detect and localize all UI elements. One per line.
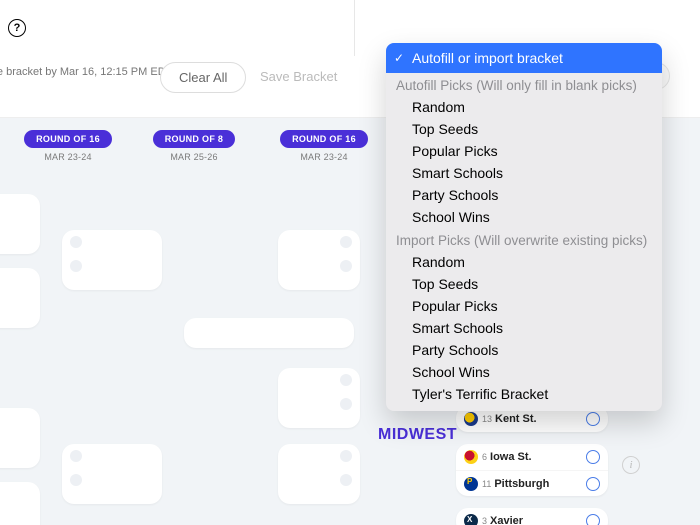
game-card-placeholder <box>0 268 40 328</box>
pick-radio[interactable] <box>586 450 600 464</box>
dropdown-item[interactable]: Smart Schools <box>386 162 662 184</box>
round-date: MAR 23-24 <box>300 152 347 162</box>
region-label: MIDWEST <box>378 426 457 444</box>
vertical-divider <box>354 0 355 56</box>
team-row[interactable]: 11 Pittsburgh <box>456 470 608 496</box>
team-name: Iowa St. <box>490 451 532 463</box>
dropdown-header-label: Autofill or import bracket <box>412 50 563 66</box>
round-pill: ROUND OF 16 <box>280 130 368 148</box>
round-date: MAR 25-26 <box>170 152 217 162</box>
dropdown-item[interactable]: Party Schools <box>386 339 662 361</box>
dropdown-selected[interactable]: ✓ Autofill or import bracket <box>386 43 662 73</box>
game-card-placeholder <box>62 444 162 504</box>
game-card-placeholder <box>0 408 40 468</box>
dropdown-item[interactable]: Top Seeds <box>386 118 662 140</box>
round-pill: ROUND OF 8 <box>153 130 236 148</box>
team-logo-icon <box>464 450 478 464</box>
game-card-placeholder <box>184 318 354 348</box>
dropdown-item[interactable]: Popular Picks <box>386 295 662 317</box>
game-card-placeholder <box>278 230 360 290</box>
team-name: Xavier <box>490 515 523 525</box>
dropdown-item[interactable]: Random <box>386 251 662 273</box>
dropdown-group-label: Autofill Picks (Will only fill in blank … <box>386 73 662 96</box>
game-card-placeholder <box>62 230 162 290</box>
help-icon[interactable]: ? <box>8 19 26 37</box>
dropdown-item[interactable]: Popular Picks <box>386 140 662 162</box>
team-row[interactable]: 3 Xavier <box>456 508 608 525</box>
team-logo-icon <box>464 514 478 525</box>
dropdown-group-label: Import Picks (Will overwrite existing pi… <box>386 228 662 251</box>
dropdown-item[interactable]: Party Schools <box>386 184 662 206</box>
dropdown-item[interactable]: School Wins <box>386 206 662 228</box>
team-seed: 3 <box>482 516 487 525</box>
team-name: Kent St. <box>495 413 537 425</box>
team-seed: 11 <box>482 479 491 489</box>
autofill-dropdown[interactable]: ✓ Autofill or import bracket Autofill Pi… <box>386 43 662 411</box>
team-logo-icon <box>464 412 478 426</box>
team-name: Pittsburgh <box>494 478 549 490</box>
game-card-placeholder <box>278 368 360 428</box>
game-card-placeholder <box>278 444 360 504</box>
team-logo-icon <box>464 477 478 491</box>
dropdown-item[interactable]: Top Seeds <box>386 273 662 295</box>
dropdown-item[interactable]: School Wins <box>386 361 662 383</box>
dropdown-item[interactable]: Random <box>386 96 662 118</box>
check-icon: ✓ <box>394 51 404 65</box>
dropdown-item[interactable]: Tyler's Terrific Bracket <box>386 383 662 405</box>
team-seed: 6 <box>482 452 487 462</box>
round-pill: ROUND OF 16 <box>24 130 112 148</box>
game-card-placeholder <box>0 194 40 254</box>
pick-radio[interactable] <box>586 477 600 491</box>
team-row[interactable]: 6 Iowa St. <box>456 444 608 470</box>
pick-radio[interactable] <box>586 514 600 525</box>
info-icon[interactable]: i <box>622 456 640 474</box>
pick-radio[interactable] <box>586 412 600 426</box>
team-seed: 13 <box>482 414 492 424</box>
game-card-placeholder <box>0 482 40 525</box>
round-date: MAR 23-24 <box>44 152 91 162</box>
dropdown-item[interactable]: Smart Schools <box>386 317 662 339</box>
